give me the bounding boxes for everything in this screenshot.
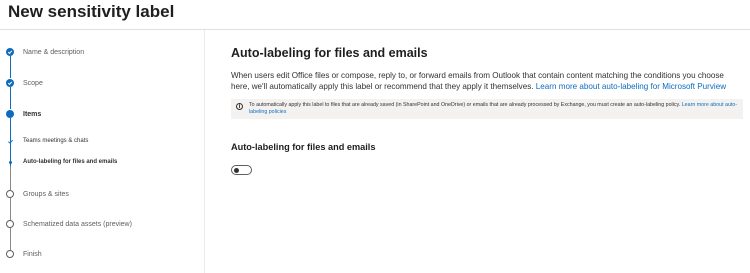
step-schematized-data-assets[interactable]: Schematized data assets (preview) [6, 220, 132, 228]
learn-more-auto-labeling-link[interactable]: Learn more about auto-labeling for Micro… [536, 82, 726, 91]
checkmark-icon [6, 79, 14, 87]
section-heading: Auto-labeling for files and emails [231, 46, 428, 60]
step-scope[interactable]: Scope [6, 79, 43, 87]
step-label: Scope [23, 79, 43, 87]
step-items[interactable]: Items [6, 110, 41, 118]
step-label: Teams meetings & chats [23, 138, 89, 144]
page-title: New sensitivity label [8, 2, 175, 21]
step-teams-meetings-chats[interactable]: Teams meetings & chats [6, 137, 88, 145]
step-label: Name & description [23, 48, 85, 56]
checkmark-icon [6, 137, 14, 145]
pending-step-icon [6, 190, 14, 198]
step-connector [9, 228, 11, 250]
step-auto-labeling[interactable]: Auto-labeling for files and emails [6, 158, 117, 166]
step-label: Items [23, 110, 42, 118]
current-substep-icon [6, 158, 14, 166]
step-connector [9, 87, 11, 109]
auto-labeling-toggle[interactable] [231, 165, 252, 175]
wizard-steps-nav: Name & description Scope Items Teams mee… [0, 30, 205, 273]
info-icon: i [236, 103, 243, 110]
step-finish[interactable]: Finish [6, 250, 42, 258]
current-step-icon [6, 110, 14, 118]
pending-step-icon [6, 220, 14, 228]
info-body: To automatically apply this label to fil… [249, 102, 681, 108]
step-label: Groups & sites [23, 190, 69, 198]
step-label: Auto-labeling for files and emails [23, 159, 118, 165]
step-groups-sites[interactable]: Groups & sites [6, 190, 69, 198]
info-message-bar: i To automatically apply this label to f… [231, 99, 743, 119]
step-label: Schematized data assets (preview) [23, 220, 132, 228]
step-connector [9, 198, 11, 221]
toggle-knob [234, 167, 239, 173]
toggle-label: Auto-labeling for files and emails [231, 142, 376, 152]
info-text: To automatically apply this label to fil… [249, 102, 738, 116]
description-text: When users edit Office files or compose,… [231, 70, 736, 92]
step-connector [9, 56, 11, 78]
step-label: Finish [23, 250, 42, 258]
step-connector [9, 166, 11, 190]
pending-step-icon [6, 250, 14, 258]
step-name-description[interactable]: Name & description [6, 48, 84, 56]
checkmark-icon [6, 48, 14, 56]
